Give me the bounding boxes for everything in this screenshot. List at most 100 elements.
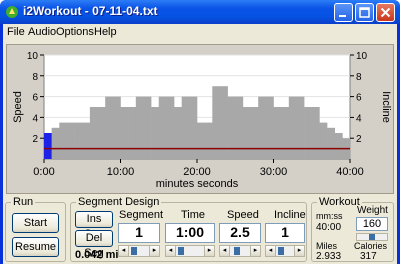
segment-distance: 0.042 mi bbox=[75, 249, 119, 261]
speed-bar bbox=[235, 96, 244, 159]
scroll-thumb[interactable] bbox=[131, 247, 137, 255]
scroll-right-icon[interactable]: ▸ bbox=[149, 245, 160, 257]
app-window: i2Workout - 07-11-04.txt File Audio Opti… bbox=[0, 0, 400, 264]
speed-bar bbox=[288, 96, 297, 159]
workout-chart[interactable]: 2 2 4 4 6 6 8 8 10 10 0:00 10:00 20:00 30:00 40:00 minu… bbox=[6, 44, 394, 194]
time-field[interactable]: 1:00 bbox=[165, 223, 215, 243]
speed-bar bbox=[227, 96, 236, 159]
scroll-left-icon[interactable]: ◂ bbox=[165, 245, 176, 257]
speed-scrollbar[interactable]: ◂ ▸ bbox=[219, 245, 261, 257]
y-tick-label-right: 8 bbox=[356, 72, 362, 83]
speed-bar bbox=[281, 107, 290, 159]
scroll-thumb[interactable] bbox=[278, 247, 284, 255]
speed-bar bbox=[97, 107, 106, 159]
speed-bar bbox=[143, 96, 152, 159]
speed-bar bbox=[189, 96, 198, 159]
scroll-right-icon[interactable]: ▸ bbox=[204, 245, 215, 257]
speed-bar bbox=[250, 107, 259, 159]
y-axis-label-right: Incline bbox=[380, 91, 392, 123]
x-tick-label: 30:00 bbox=[260, 166, 288, 178]
speed-bar bbox=[334, 133, 343, 159]
miles-label: Miles bbox=[316, 241, 338, 251]
menu-help[interactable]: Help bbox=[94, 26, 117, 38]
maximize-button[interactable] bbox=[355, 3, 374, 22]
y-tick-label-left: 6 bbox=[32, 93, 38, 104]
workout-group-label: Workout bbox=[317, 196, 362, 208]
total-time-value: 40:00 bbox=[316, 222, 342, 233]
speed-bar bbox=[66, 122, 75, 159]
app-icon bbox=[6, 6, 18, 18]
window-title: i2Workout - 07-11-04.txt bbox=[23, 4, 158, 18]
x-tick-label: 20:00 bbox=[183, 166, 211, 178]
scroll-thumb[interactable] bbox=[178, 247, 184, 255]
speed-bar bbox=[112, 96, 121, 159]
scroll-right-icon[interactable]: ▸ bbox=[250, 245, 261, 257]
speed-bar bbox=[304, 107, 313, 159]
x-tick-label: 40:00 bbox=[336, 166, 364, 178]
calories-value: 317 bbox=[360, 251, 377, 262]
segment-scrollbar[interactable]: ◂ ▸ bbox=[118, 245, 160, 257]
segment-number-field[interactable]: 1 bbox=[118, 223, 160, 243]
weight-field[interactable]: 160 bbox=[356, 217, 388, 231]
calories-label: Calories bbox=[354, 241, 388, 251]
incline-scrollbar[interactable]: ◂ ▸ bbox=[265, 245, 305, 257]
speed-bar bbox=[74, 122, 83, 159]
mmss-label: mm:ss bbox=[316, 211, 343, 221]
segment-design-label: Segment Design bbox=[76, 196, 162, 208]
maximize-icon bbox=[359, 7, 370, 18]
run-group: Run Start Resume bbox=[5, 196, 66, 262]
scroll-thumb[interactable] bbox=[234, 247, 240, 255]
speed-field[interactable]: 2.5 bbox=[219, 223, 261, 243]
speed-bar bbox=[51, 127, 60, 159]
speed-bar bbox=[242, 107, 251, 159]
incline-field[interactable]: 1 bbox=[265, 223, 305, 243]
menu-file[interactable]: File bbox=[7, 26, 25, 38]
delete-segment-button[interactable]: Del Seg bbox=[75, 230, 113, 259]
speed-field-label: Speed bbox=[227, 209, 259, 221]
selected-segment-bar bbox=[44, 133, 52, 159]
weight-slider-thumb[interactable] bbox=[369, 234, 375, 240]
menu-audio[interactable]: Audio bbox=[28, 26, 56, 38]
speed-bar bbox=[105, 96, 114, 159]
time-field-label: Time bbox=[181, 209, 206, 221]
scroll-left-icon[interactable]: ◂ bbox=[265, 245, 276, 257]
y-tick-label-right: 2 bbox=[356, 134, 362, 145]
menu-bar: File Audio Options Help bbox=[3, 24, 397, 42]
resume-button[interactable]: Resume bbox=[12, 237, 59, 257]
segment-design-group: Segment Design Ins Seg Del Seg 0.042 mi … bbox=[70, 196, 307, 262]
minimize-button[interactable] bbox=[334, 3, 353, 22]
scroll-right-icon[interactable]: ▸ bbox=[294, 245, 305, 257]
speed-bar bbox=[158, 96, 167, 159]
y-tick-label-left: 10 bbox=[27, 51, 39, 62]
y-axis-label-left: Speed bbox=[12, 91, 24, 123]
speed-bar bbox=[296, 96, 305, 159]
x-tick-label: 10:00 bbox=[107, 166, 135, 178]
speed-bar bbox=[135, 96, 144, 159]
close-button[interactable] bbox=[376, 3, 395, 22]
title-bar[interactable]: i2Workout - 07-11-04.txt bbox=[0, 0, 400, 24]
close-icon bbox=[380, 7, 391, 18]
client-area: File Audio Options Help 2 2 4 4 6 6 8 8 10 10 0:00… bbox=[3, 24, 397, 264]
y-tick-label-right: 10 bbox=[356, 51, 368, 62]
speed-bar bbox=[89, 107, 98, 159]
segment-field-label: Segment bbox=[119, 209, 164, 221]
start-button[interactable]: Start bbox=[12, 213, 59, 233]
incline-field-label: Incline bbox=[274, 209, 306, 221]
x-tick-label: 0:00 bbox=[33, 166, 54, 178]
speed-bar bbox=[258, 96, 267, 159]
speed-bar bbox=[311, 107, 320, 159]
menu-options[interactable]: Options bbox=[56, 26, 94, 38]
scroll-left-icon[interactable]: ◂ bbox=[118, 245, 129, 257]
scroll-left-icon[interactable]: ◂ bbox=[219, 245, 230, 257]
speed-bar bbox=[82, 122, 91, 159]
speed-bar bbox=[204, 122, 213, 159]
insert-segment-button[interactable]: Ins Seg bbox=[75, 211, 113, 240]
speed-bar bbox=[59, 122, 68, 159]
time-scrollbar[interactable]: ◂ ▸ bbox=[165, 245, 215, 257]
speed-bar bbox=[120, 107, 129, 159]
weight-slider[interactable] bbox=[356, 233, 388, 241]
speed-bar bbox=[327, 127, 335, 159]
speed-bar bbox=[273, 107, 282, 159]
y-tick-label-left: 2 bbox=[32, 134, 38, 145]
chart-svg: 2 2 4 4 6 6 8 8 10 10 0:00 10:00 20:00 30:00 40:00 minu… bbox=[12, 51, 392, 190]
